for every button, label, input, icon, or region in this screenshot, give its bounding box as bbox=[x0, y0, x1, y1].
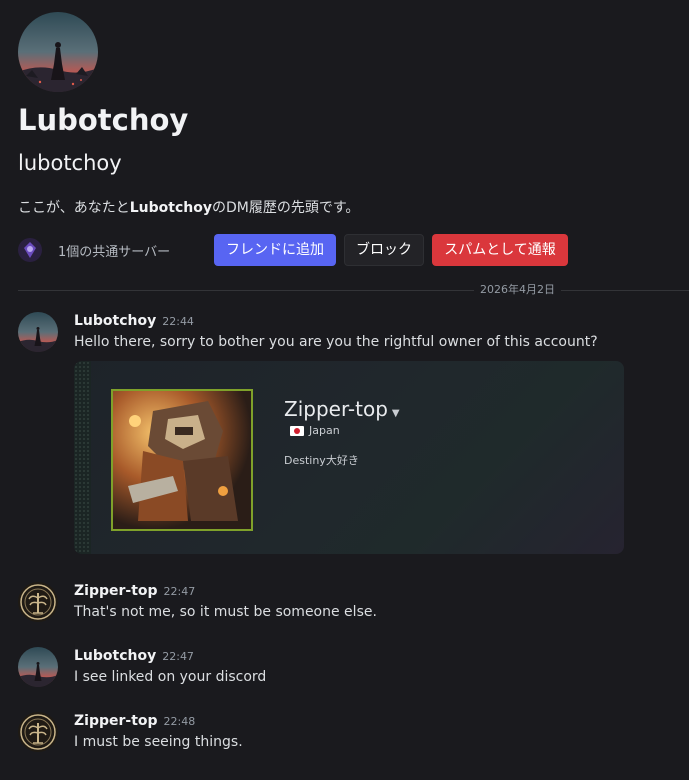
message-timestamp: 22:48 bbox=[163, 715, 196, 728]
message-author[interactable]: Lubotchoy 22:44 bbox=[74, 311, 194, 332]
profile-embed[interactable]: Zipper-top ▼ Japan Destiny大好き bbox=[74, 361, 624, 554]
embed-pattern-strip bbox=[74, 361, 91, 554]
message-text: I see linked on your discord bbox=[74, 669, 267, 685]
intro-suffix: のDM履歴の先頭です。 bbox=[211, 200, 360, 216]
display-name: Lubotchoy bbox=[18, 103, 189, 137]
author-name[interactable]: Lubotchoy bbox=[74, 313, 156, 329]
server-icon bbox=[18, 238, 42, 262]
embed-country: Japan bbox=[290, 423, 340, 439]
embed-bio: Destiny大好き bbox=[284, 454, 359, 467]
dm-intro-text: ここが、あなたとLubotchoyのDM履歴の先頭です。 bbox=[18, 197, 359, 219]
block-button[interactable]: ブロック bbox=[344, 234, 424, 266]
add-friend-button[interactable]: フレンドに追加 bbox=[214, 234, 336, 266]
divider-date: 2026年4月2日 bbox=[474, 282, 561, 298]
author-name[interactable]: Zipper-top bbox=[74, 583, 158, 599]
message-timestamp: 22:47 bbox=[162, 650, 194, 663]
chevron-down-icon[interactable]: ▼ bbox=[392, 408, 400, 419]
message-text: I must be seeing things. bbox=[74, 734, 243, 750]
message-timestamp: 22:44 bbox=[162, 315, 194, 328]
message-author[interactable]: Zipper-top 22:47 bbox=[74, 581, 195, 602]
date-divider bbox=[18, 290, 689, 291]
mutual-servers[interactable]: 1個の共通サーバー bbox=[18, 236, 170, 264]
japan-flag-icon bbox=[290, 426, 304, 436]
message-author[interactable]: Lubotchoy 22:47 bbox=[74, 646, 194, 667]
report-spam-button[interactable]: スパムとして通報 bbox=[432, 234, 568, 266]
embed-country-label: Japan bbox=[309, 424, 340, 437]
intro-prefix: ここが、あなたと bbox=[18, 200, 130, 216]
message-avatar[interactable] bbox=[18, 712, 58, 752]
mutual-servers-label: 1個の共通サーバー bbox=[58, 244, 171, 260]
profile-avatar[interactable] bbox=[18, 12, 98, 92]
intro-name: Lubotchoy bbox=[129, 200, 212, 216]
message-avatar[interactable] bbox=[18, 647, 58, 687]
embed-name-text: Zipper-top bbox=[284, 397, 388, 421]
author-name[interactable]: Zipper-top bbox=[74, 713, 158, 729]
message-avatar[interactable] bbox=[18, 582, 58, 622]
message-author[interactable]: Zipper-top 22:48 bbox=[74, 711, 195, 732]
message-avatar[interactable] bbox=[18, 312, 58, 352]
dm-channel: Lubotchoy lubotchoy ここが、あなたとLubotchoyのDM… bbox=[0, 0, 689, 780]
embed-avatar-image[interactable] bbox=[111, 389, 253, 531]
username: lubotchoy bbox=[18, 151, 122, 175]
author-name[interactable]: Lubotchoy bbox=[74, 648, 156, 664]
message-text: That's not me, so it must be someone els… bbox=[74, 604, 377, 620]
message-timestamp: 22:47 bbox=[163, 585, 196, 598]
message-text: Hello there, sorry to bother you are you… bbox=[74, 334, 598, 350]
